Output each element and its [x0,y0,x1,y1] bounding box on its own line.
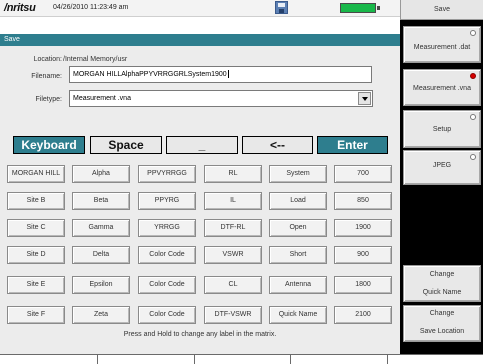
side-menu-title: Save [400,0,483,20]
matrix-cell[interactable]: MORGAN HILL [7,165,65,183]
matrix-cell[interactable]: RL [204,165,262,183]
matrix-cell[interactable]: Site E [7,276,65,294]
matrix-cell[interactable]: 1900 [334,219,392,237]
filetype-value: Measurement .vna [73,95,131,102]
matrix-cell[interactable]: Zeta [72,306,130,324]
softkey-label: Measurement .dat [413,44,471,51]
menu-divider [290,354,291,364]
matrix-cell[interactable]: Open [269,219,327,237]
filename-input[interactable]: MORGAN HILLAlphaPPYVRRGGRLSystem1900 [69,66,372,83]
matrix-cell[interactable]: IL [204,192,262,210]
matrix-cell[interactable]: 900 [334,246,392,264]
matrix-cell[interactable]: 1800 [334,276,392,294]
space-button[interactable]: Space [90,136,162,154]
matrix-cell[interactable]: Epsilon [72,276,130,294]
matrix-cell[interactable]: CL [204,276,262,294]
softkey-label: Change [429,271,455,278]
menu-divider [194,354,195,364]
matrix-cell[interactable]: 850 [334,192,392,210]
radio-indicator-selected-icon [470,73,476,79]
radio-indicator-icon [470,30,476,36]
matrix-cell[interactable]: VSWR [204,246,262,264]
filetype-label: Filetype: [35,96,62,103]
matrix-cell[interactable]: Site F [7,306,65,324]
matrix-cell[interactable]: Color Code [138,276,196,294]
keyboard-button[interactable]: Keyboard [13,136,85,154]
matrix-cell[interactable]: Site C [7,219,65,237]
text-caret [227,70,229,79]
softkey-label: JPEG [432,162,452,169]
softkey-label: Save Location [419,328,465,335]
change-quick-name-key[interactable]: Change Quick Name [403,265,481,302]
matrix-cell[interactable]: Color Code [138,246,196,264]
menu-divider [387,354,388,364]
matrix-cell[interactable]: DTF-VSWR [204,306,262,324]
filetype-select[interactable]: Measurement .vna [69,90,373,107]
matrix-cell[interactable]: PPVYRRGG [138,165,196,183]
softkey-label: Change [429,310,455,317]
matrix-cell[interactable]: Site D [7,246,65,264]
measurement-vna-key[interactable]: Measurement .vna [403,69,481,106]
measurement-dat-key[interactable]: Measurement .dat [403,26,481,63]
matrix-cell[interactable]: PPYRG [138,192,196,210]
menu-divider [97,354,98,364]
battery-tip-icon [377,6,380,10]
enter-button[interactable]: Enter [317,136,388,154]
matrix-cell[interactable]: Beta [72,192,130,210]
matrix-cell[interactable]: DTF-RL [204,219,262,237]
matrix-cell[interactable]: Alpha [72,165,130,183]
matrix-hint: Press and Hold to change any label in th… [123,331,277,338]
matrix-cell[interactable]: Short [269,246,327,264]
filename-label: Filename: [31,73,62,80]
matrix-cell[interactable]: 700 [334,165,392,183]
matrix-cell[interactable]: Load [269,192,327,210]
dialog-title: Save [0,34,400,46]
status-bar: /nritsu 04/26/2010 11:23:49 am [0,0,400,17]
matrix-cell[interactable]: Quick Name [269,306,327,324]
softkey-label: Measurement .vna [413,85,471,92]
battery-icon [340,3,376,13]
setup-key[interactable]: Setup [403,110,481,148]
underscore-button[interactable]: _ [166,136,238,154]
bottom-menu-bar [0,354,483,364]
filename-value: MORGAN HILLAlphaPPYVRRGGRLSystem1900 [73,71,227,78]
brand-logo: /nritsu [4,2,36,14]
jpeg-key[interactable]: JPEG [403,150,481,185]
matrix-cell[interactable]: Delta [72,246,130,264]
matrix-cell[interactable]: 2100 [334,306,392,324]
radio-indicator-icon [470,154,476,160]
matrix-cell[interactable]: Site B [7,192,65,210]
matrix-cell[interactable]: System [269,165,327,183]
softkey-label: Setup [432,126,452,133]
change-save-location-key[interactable]: Change Save Location [403,305,481,342]
datetime-readout: 04/26/2010 11:23:49 am [53,4,129,11]
location-label: Location: [33,56,62,63]
softkey-label: Quick Name [422,289,462,296]
matrix-cell[interactable]: Antenna [269,276,327,294]
matrix-cell[interactable]: Gamma [72,219,130,237]
save-form: Location: /Internal Memory/usr Filename:… [0,46,400,136]
chevron-down-icon[interactable] [358,92,371,105]
radio-indicator-icon [470,114,476,120]
matrix-cell[interactable]: Color Code [138,306,196,324]
matrix-cell[interactable]: YRRGG [138,219,196,237]
save-disk-icon [275,1,288,14]
location-value: /Internal Memory/usr [63,56,128,63]
backspace-button[interactable]: <-- [242,136,313,154]
